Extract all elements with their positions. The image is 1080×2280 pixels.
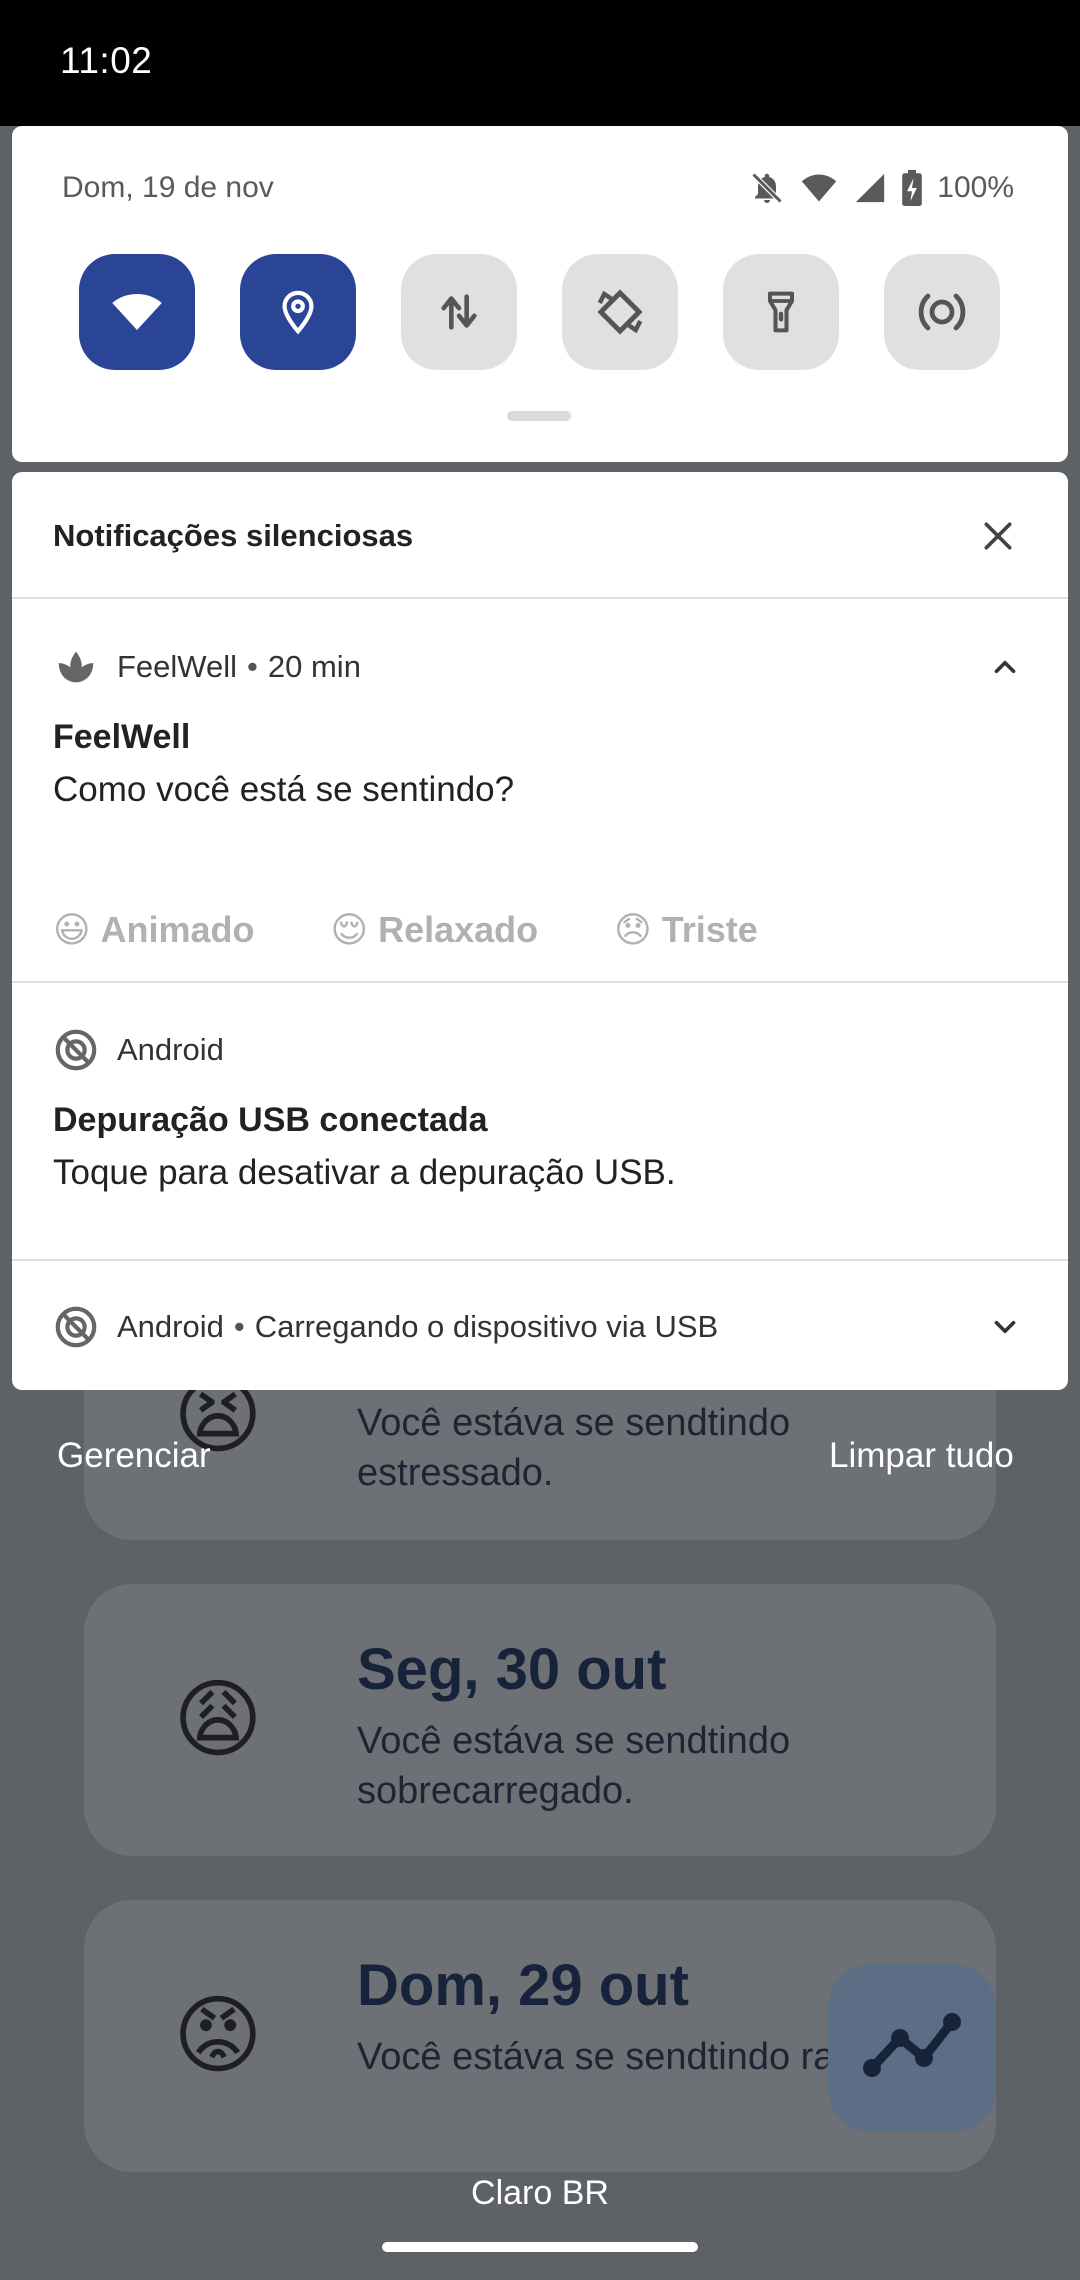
notification-text: Carregando o dispositivo via USB [254, 1309, 719, 1344]
action-triste-button[interactable]: 😞 Triste [614, 909, 758, 951]
qs-status-icons: 100% [749, 168, 1014, 208]
trend-chart-icon [863, 2013, 961, 2077]
action-animado-button[interactable]: 😃 Animado [53, 909, 255, 951]
section-title: Notificações silenciosas [53, 518, 414, 553]
android-system-icon [55, 1029, 97, 1071]
clear-all-button[interactable]: Limpar tudo [829, 1436, 1014, 1476]
quick-settings-panel: Dom, 19 de nov 100% [12, 126, 1068, 462]
action-label: Triste [661, 909, 758, 950]
gesture-navigation-bar[interactable] [382, 2242, 698, 2252]
status-clock: 11:02 [60, 40, 153, 81]
cell-signal-icon [856, 173, 885, 203]
carrier-label: Claro BR [471, 2174, 609, 2212]
chevron-up-icon[interactable] [988, 650, 1022, 684]
feelwell-leaf-icon [58, 651, 94, 683]
silent-notifications-header: Notificações silenciosas [12, 472, 1068, 599]
mood-emoji: 😡 [173, 1988, 263, 2084]
feelwell-notification[interactable]: FeelWell • 20 min FeelWell Como você est… [12, 642, 1068, 950]
mood-entry-text: Você estáva se sendtindo sobrecarregado. [357, 1720, 791, 1812]
do-not-disturb-off-icon [751, 172, 783, 204]
usb-debugging-notification[interactable]: Android Depuração USB conectada Toque pa… [12, 1025, 1068, 1225]
notification-title: FeelWell [53, 718, 191, 756]
notification-shade: Notificações silenciosas FeelWell • 20 m… [12, 472, 1068, 1390]
grinning-emoji-icon: 😃 [53, 909, 91, 950]
notification-header: Android [53, 1025, 224, 1075]
separator-dot: • [233, 1309, 245, 1344]
notification-header: FeelWell • 20 min [53, 642, 361, 692]
notification-actions: 😃 Animado 😌 Relaxado 😞 Triste [53, 909, 834, 951]
location-icon [282, 290, 314, 335]
close-icon[interactable] [978, 516, 1018, 556]
usb-charging-notification[interactable]: Android • Carregando o dispositivo via U… [12, 1302, 1068, 1362]
battery-percentage: 100% [937, 171, 1014, 204]
mood-emoji: 😩 [173, 1672, 263, 1768]
notification-app-name: FeelWell [117, 649, 238, 684]
mood-entry-date: Seg, 30 out [357, 1637, 667, 1702]
notification-time: 20 min [267, 649, 361, 684]
qs-drag-handle[interactable] [507, 411, 571, 421]
divider [12, 981, 1068, 983]
status-bar: 11:02 [0, 0, 1080, 126]
qs-tile-hotspot[interactable] [884, 254, 1000, 370]
android-system-icon [55, 1306, 97, 1348]
chevron-down-icon[interactable] [988, 1310, 1022, 1344]
divider [12, 1259, 1068, 1261]
rotate-icon [597, 289, 643, 335]
relieved-emoji-icon: 😌 [330, 909, 369, 950]
wifi-signal-icon [802, 174, 837, 202]
action-label: Animado [100, 909, 255, 950]
mood-entry-date: Dom, 29 out [357, 1953, 689, 2018]
qs-tile-wifi[interactable] [79, 254, 195, 370]
qs-date[interactable]: Dom, 19 de nov [62, 171, 274, 205]
separator-dot: • [247, 649, 258, 684]
action-relaxado-button[interactable]: 😌 Relaxado [331, 909, 539, 951]
sad-emoji-icon: 😞 [614, 909, 652, 950]
flashlight-icon [767, 291, 795, 333]
notification-text: Como você está se sentindo? [53, 770, 515, 809]
qs-tile-flashlight[interactable] [723, 254, 839, 370]
notification-app-name: Android [117, 1309, 224, 1344]
qs-tile-mobile-data[interactable] [401, 254, 517, 370]
wifi-icon [112, 294, 162, 330]
notification-text: Toque para desativar a depuração USB. [53, 1153, 676, 1192]
hotspot-icon [918, 293, 966, 331]
mood-entry-card[interactable]: 😩 Seg, 30 out Você estáva se sendtindo s… [84, 1584, 996, 1856]
manage-button[interactable]: Gerenciar [57, 1436, 211, 1476]
notification-app-name: Android [117, 1032, 224, 1067]
data-arrows-icon [441, 294, 477, 330]
qs-tile-auto-rotate[interactable] [562, 254, 678, 370]
action-label: Relaxado [378, 909, 539, 950]
notification-header: Android • Carregando o dispositivo via U… [53, 1302, 718, 1352]
stats-fab-button[interactable] [828, 1964, 996, 2132]
battery-charging-icon [902, 170, 923, 206]
qs-tile-location[interactable] [240, 254, 356, 370]
notification-title: Depuração USB conectada [53, 1101, 488, 1139]
